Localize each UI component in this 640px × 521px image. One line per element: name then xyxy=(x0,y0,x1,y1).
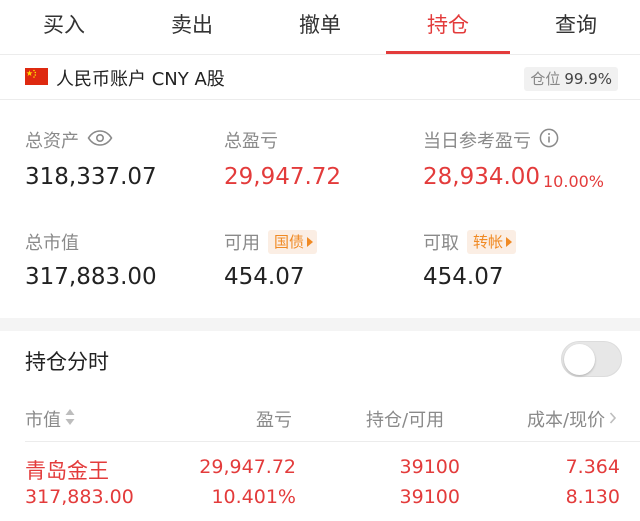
column-header-market-value[interactable]: 市值 xyxy=(25,406,75,432)
total-pnl-label: 总盈亏 xyxy=(224,131,278,152)
available-funds-value: 454.07 xyxy=(224,264,305,290)
section-divider xyxy=(0,318,640,331)
available-funds-label: 可用 国债 xyxy=(224,229,318,255)
withdrawable-value: 454.07 xyxy=(423,264,504,290)
stock-available: 39100 xyxy=(399,486,460,508)
total-assets-value: 318,337.07 xyxy=(25,164,157,190)
info-icon[interactable] xyxy=(539,128,559,153)
total-assets-label: 总资产 xyxy=(25,127,113,153)
stock-market-value: 317,883.00 xyxy=(25,486,134,508)
sort-icon xyxy=(65,408,75,431)
tab-query[interactable]: 查询 xyxy=(512,0,640,54)
available-funds-label-text: 可用 xyxy=(224,233,260,254)
total-pnl-value: 29,947.72 xyxy=(224,164,342,190)
market-value-label: 总市值 xyxy=(25,233,79,254)
column-header-cost-price-label: 成本/现价 xyxy=(527,410,606,431)
column-header-cost-price[interactable]: 成本/现价 xyxy=(527,406,617,432)
header-divider xyxy=(25,441,640,442)
day-pnl-label: 当日参考盈亏 xyxy=(423,127,559,153)
trade-tab-bar: 买入 卖出 撤单 持仓 查询 xyxy=(0,0,640,55)
stock-cost: 7.364 xyxy=(565,456,620,478)
withdrawable-label: 可取 转帐 xyxy=(423,229,517,255)
day-pnl-value: 28,934.00 xyxy=(423,164,541,190)
position-ratio-badge: 仓位 99.9% xyxy=(524,67,618,91)
stock-pnl-percent: 10.401% xyxy=(211,486,296,508)
transfer-button-label: 转帐 xyxy=(473,233,504,251)
day-pnl-percent: 10.00% xyxy=(543,172,605,191)
stock-pnl: 29,947.72 xyxy=(199,456,296,478)
eye-icon[interactable] xyxy=(87,129,113,151)
stock-price: 8.130 xyxy=(565,486,620,508)
treasury-bond-button-label: 国债 xyxy=(274,233,305,251)
triangle-right-icon xyxy=(307,237,314,247)
tab-cancel-order[interactable]: 撤单 xyxy=(256,0,384,54)
day-pnl-label-text: 当日参考盈亏 xyxy=(423,131,531,152)
china-flag-icon xyxy=(25,68,48,85)
tab-buy[interactable]: 买入 xyxy=(0,0,128,54)
column-header-position-available: 持仓/可用 xyxy=(366,410,445,431)
holdings-intraday-toggle[interactable] xyxy=(561,341,622,377)
tab-holdings[interactable]: 持仓 xyxy=(384,0,512,54)
holdings-intraday-title: 持仓分时 xyxy=(25,350,109,374)
position-ratio-value: 99.9% xyxy=(564,70,612,88)
column-header-pnl: 盈亏 xyxy=(256,410,292,431)
stock-name: 青岛金王 xyxy=(25,459,109,483)
account-row[interactable]: 人民币账户 CNY A股 仓位 99.9% xyxy=(0,56,640,100)
chevron-right-icon xyxy=(609,409,617,430)
tab-sell[interactable]: 卖出 xyxy=(128,0,256,54)
withdrawable-label-text: 可取 xyxy=(423,233,459,254)
toggle-knob xyxy=(564,344,595,375)
total-assets-label-text: 总资产 xyxy=(25,131,79,152)
position-ratio-label: 仓位 xyxy=(530,70,561,88)
account-label: 人民币账户 CNY A股 xyxy=(56,69,225,90)
stock-position: 39100 xyxy=(399,456,460,478)
treasury-bond-button[interactable]: 国债 xyxy=(268,230,318,254)
column-header-market-value-label: 市值 xyxy=(25,410,61,431)
market-value-value: 317,883.00 xyxy=(25,264,157,290)
transfer-button[interactable]: 转帐 xyxy=(467,230,517,254)
triangle-right-icon xyxy=(506,237,513,247)
